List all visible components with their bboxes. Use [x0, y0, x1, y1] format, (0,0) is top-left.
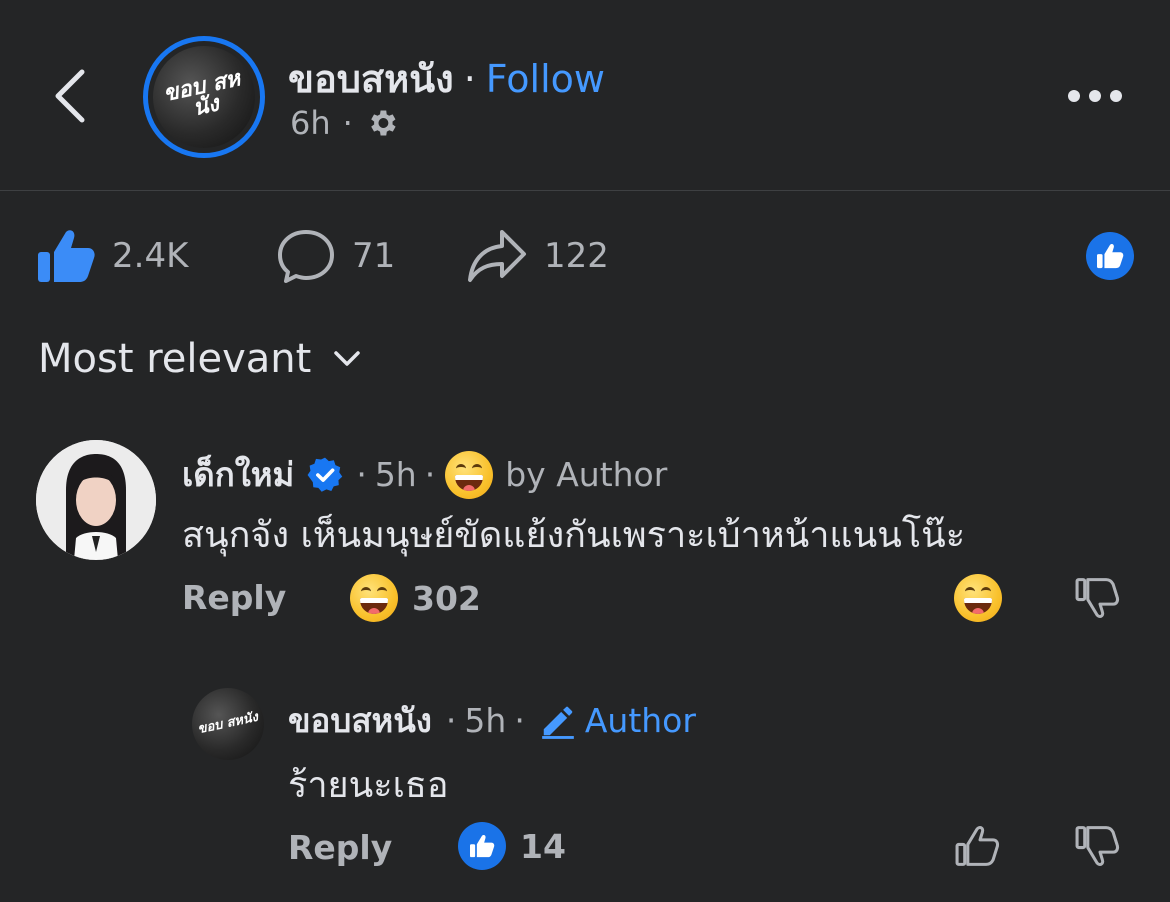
like-badge-icon [1086, 232, 1134, 280]
verified-badge-icon [307, 457, 343, 492]
comment-count: 71 [352, 236, 396, 276]
header-divider [0, 190, 1170, 191]
thumbs-down-icon [1075, 578, 1120, 618]
post-meta: 6h · [290, 104, 399, 142]
pencil-icon [541, 706, 574, 739]
page-name[interactable]: ขอบสหนัง [288, 57, 454, 101]
separator: · [342, 104, 353, 142]
reply-button[interactable]: Reply [182, 578, 286, 617]
reply-text: ร้ายนะเธอ [288, 765, 449, 806]
like-badge-icon [458, 822, 506, 870]
dislike-button[interactable] [1074, 574, 1120, 626]
sort-label: Most relevant [38, 336, 312, 382]
thumbs-down-icon [1075, 826, 1120, 866]
reply-avatar-logo: ขอบ สหนัง [196, 709, 260, 738]
separator: · [445, 701, 457, 740]
reply-like-button[interactable] [954, 822, 1000, 874]
more-dot [1110, 90, 1122, 102]
author-badge: Author [539, 701, 696, 740]
haha-reaction-icon [445, 450, 494, 499]
commenter-name[interactable]: เด็กใหม่ [182, 448, 294, 501]
like-count: 2.4K [112, 236, 189, 276]
more-options-button[interactable] [1068, 84, 1128, 108]
reply-reactions[interactable]: 14 [458, 822, 566, 870]
reply-like-count: 14 [520, 826, 566, 866]
share-count: 122 [544, 236, 609, 276]
separator: · [356, 455, 367, 494]
share-button[interactable]: 122 [466, 226, 609, 286]
reply-button[interactable]: Reply [288, 828, 392, 867]
post-time[interactable]: 6h [290, 104, 331, 142]
share-arrow-icon [468, 230, 526, 282]
back-button[interactable] [52, 66, 92, 126]
separator: · [463, 57, 476, 101]
comment-button[interactable]: 71 [276, 226, 395, 286]
comment-header: เด็กใหม่ · 5h · by Author [182, 448, 667, 501]
commenter-avatar[interactable] [36, 440, 156, 560]
reply-author-name[interactable]: ขอบสหนัง [288, 694, 432, 747]
separator: · [514, 701, 525, 740]
more-dot [1068, 90, 1080, 102]
my-reaction-button[interactable] [954, 574, 1002, 626]
comment-time[interactable]: 5h [375, 455, 417, 494]
thumbs-up-icon [38, 230, 95, 282]
separator: · [424, 455, 436, 494]
haha-reaction-icon [350, 574, 398, 622]
reacted-by-author: by Author [505, 455, 668, 494]
comment-reactions[interactable]: 302 [350, 574, 481, 622]
reaction-count: 302 [412, 578, 481, 618]
chevron-down-icon [334, 351, 361, 366]
reply-avatar[interactable]: ขอบ สหนัง [185, 681, 271, 767]
comment-bubble-icon [278, 230, 334, 283]
page-name-line: ขอบสหนัง · Follow [288, 48, 605, 109]
thumbs-up-outline-icon [955, 826, 1000, 866]
page-avatar[interactable]: ขอบ สหนัง [143, 36, 265, 158]
haha-reaction-icon [954, 574, 1002, 622]
reply-time[interactable]: 5h [464, 701, 506, 740]
commenter-photo [36, 440, 156, 560]
reply-dislike-button[interactable] [1074, 822, 1120, 874]
comment-text: สนุกจัง เห็นมนุษย์ขัดแย้งกันเพราะเบ้าหน้… [182, 515, 966, 556]
follow-button[interactable]: Follow [486, 57, 605, 101]
chevron-left-icon [55, 69, 85, 123]
more-dot [1089, 90, 1101, 102]
like-button[interactable]: 2.4K [36, 226, 188, 286]
sort-dropdown[interactable]: Most relevant [38, 336, 361, 382]
reply-header: ขอบสหนัง · 5h · Author [288, 694, 696, 747]
page-avatar-logo: ขอบ สหนัง [161, 66, 243, 122]
author-badge-label: Author [584, 701, 696, 740]
gear-icon [371, 110, 396, 136]
